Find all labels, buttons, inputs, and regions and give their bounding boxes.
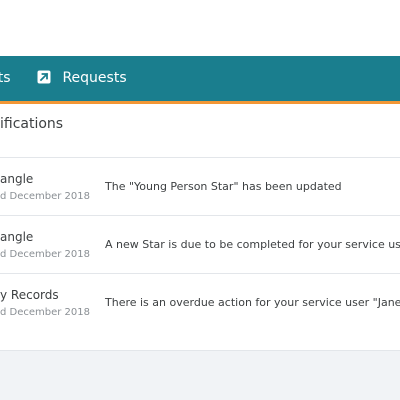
external-link-icon: [37, 58, 51, 84]
nav-item-label: Requests: [62, 70, 127, 86]
notification-sender: angle: [0, 172, 34, 186]
page-top-area: [0, 0, 400, 56]
nav-item-reports[interactable]: rts: [0, 56, 11, 101]
notification-message: The "Young Person Star" has been updated: [105, 180, 342, 193]
notification-row[interactable]: angle d December 2018 The "Young Person …: [0, 157, 400, 215]
nav-item-label: rts: [0, 70, 11, 86]
notification-row[interactable]: angle d December 2018 A new Star is due …: [0, 215, 400, 273]
notification-date: d December 2018: [0, 191, 91, 202]
main-navbar: rts Requests: [0, 56, 400, 101]
notification-message: There is an overdue action for your serv…: [105, 296, 400, 309]
notification-sender: angle: [0, 230, 34, 244]
notification-message: A new Star is due to be completed for yo…: [105, 238, 400, 251]
notification-date: d December 2018: [0, 249, 91, 260]
nav-item-requests[interactable]: Requests: [37, 56, 127, 101]
panel-title: ifications: [0, 116, 64, 132]
notification-sender: y Records: [0, 288, 59, 302]
notification-row[interactable]: y Records d December 2018 There is an ov…: [0, 273, 400, 331]
notification-date: d December 2018: [0, 307, 91, 318]
